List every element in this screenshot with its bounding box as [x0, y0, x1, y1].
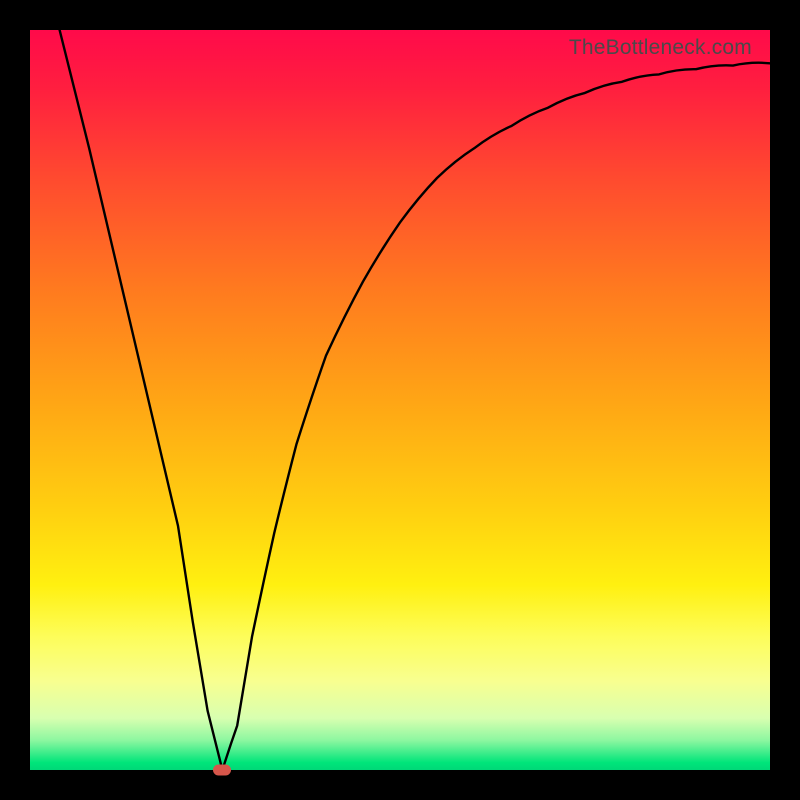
curve-path: [60, 30, 770, 770]
minimum-marker: [213, 765, 231, 776]
chart-frame: TheBottleneck.com: [0, 0, 800, 800]
plot-area: TheBottleneck.com: [30, 30, 770, 770]
bottleneck-curve: [30, 30, 770, 770]
